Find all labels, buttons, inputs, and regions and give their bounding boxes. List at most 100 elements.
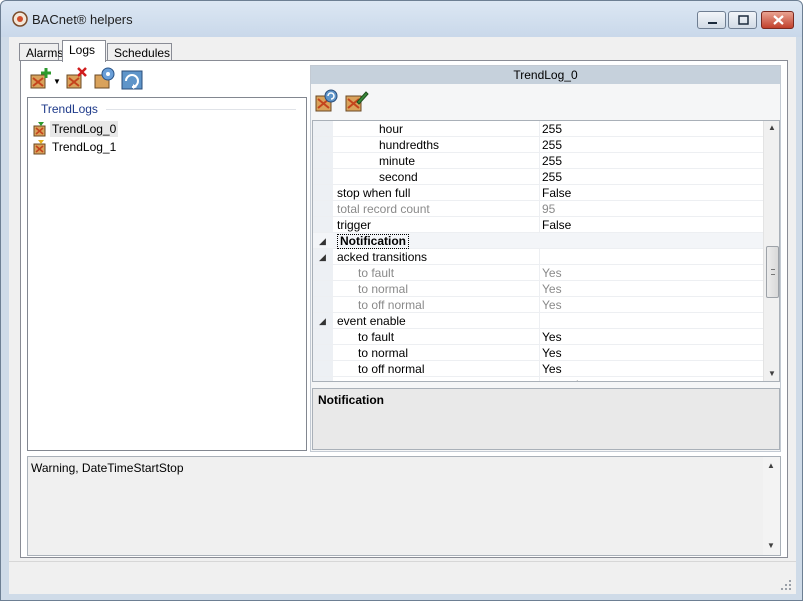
property-value[interactable]: 255 <box>542 153 562 169</box>
maximize-icon <box>738 15 749 25</box>
resize-grip-icon[interactable] <box>780 579 792 591</box>
property-name: trigger <box>337 218 372 232</box>
tree-item-trendlog-0[interactable]: TrendLog_0 <box>32 120 119 137</box>
expand-toggle-icon[interactable]: ◢ <box>319 313 331 329</box>
property-name: hour <box>379 122 404 136</box>
tree-item-trendlog-1[interactable]: TrendLog_1 <box>32 138 118 155</box>
configure-button[interactable] <box>91 66 117 92</box>
property-name: to fault <box>358 266 395 280</box>
property-name: Notification <box>337 234 409 249</box>
property-row[interactable]: to off normal Yes <box>313 361 763 377</box>
property-panel: TrendLog_0 hour 255 hundredths 255 minut… <box>310 65 781 452</box>
title-bar[interactable]: BACnet® helpers <box>1 1 802 37</box>
property-value: normal <box>542 377 579 381</box>
expand-toggle-icon[interactable]: ◢ <box>319 249 331 265</box>
property-row[interactable]: hundredths 255 <box>313 137 763 153</box>
property-value[interactable]: False <box>542 217 571 233</box>
property-value: Yes <box>542 266 562 280</box>
property-row[interactable]: second 255 <box>313 169 763 185</box>
log-text: Warning, DateTimeStartStop <box>31 461 184 475</box>
property-value[interactable]: Yes <box>542 361 562 377</box>
column-divider <box>539 345 540 361</box>
property-row[interactable]: ◢ event enable <box>313 313 763 329</box>
column-divider <box>539 281 540 297</box>
property-row[interactable]: to off normal Yes <box>313 297 763 313</box>
maximize-button[interactable] <box>728 11 757 29</box>
tree-item-label: TrendLog_1 <box>52 139 117 154</box>
logs-tab-panel: ▼ TrendLogs TrendLog_0 TrendLog_1 TrendL… <box>20 60 788 558</box>
property-grid[interactable]: hour 255 hundredths 255 minute 255 second 255st… <box>312 120 780 382</box>
property-value: 95 <box>542 202 556 216</box>
client-area: Alarms Logs Schedules ▼ TrendLogs TrendL… <box>9 37 796 561</box>
property-row[interactable]: total record count 95 <box>313 201 763 217</box>
column-divider <box>539 153 540 169</box>
property-value[interactable]: Yes <box>542 329 562 345</box>
property-name: total record count <box>337 202 430 216</box>
property-row[interactable]: to fault Yes <box>313 329 763 345</box>
log-output[interactable]: Warning, DateTimeStartStop ▲ ▼ <box>27 456 781 556</box>
tab-logs[interactable]: Logs <box>62 40 106 62</box>
property-name: to off normal <box>358 298 425 312</box>
property-name: second <box>379 170 418 184</box>
property-value[interactable]: 255 <box>542 137 562 153</box>
property-name: stop when full <box>337 186 411 200</box>
scroll-thumb[interactable] <box>766 246 779 298</box>
property-row[interactable]: trigger False <box>313 217 763 233</box>
scroll-up-icon[interactable]: ▲ <box>768 123 776 132</box>
log-scroll-up-icon[interactable]: ▲ <box>767 461 775 470</box>
minimize-button[interactable] <box>697 11 726 29</box>
write-properties-icon[interactable] <box>343 88 369 114</box>
column-divider <box>539 313 540 329</box>
status-bar <box>9 561 796 594</box>
column-divider <box>539 217 540 233</box>
scroll-down-icon[interactable]: ▼ <box>768 369 776 378</box>
property-name: to fault <box>358 330 395 344</box>
tab-schedules[interactable]: Schedules <box>107 43 172 61</box>
delete-trendlog-icon <box>66 67 87 89</box>
column-divider <box>539 201 540 217</box>
property-grid-scrollbar[interactable]: ▲ ▼ <box>763 121 779 381</box>
app-window: BACnet® helpers Alarms Logs Schedules ▼ … <box>0 0 803 601</box>
property-row[interactable]: hour 255 <box>313 121 763 137</box>
add-dropdown-arrow-icon[interactable]: ▼ <box>53 77 61 86</box>
close-button[interactable] <box>761 11 794 29</box>
expand-toggle-icon[interactable]: ◢ <box>319 233 331 249</box>
window-title: BACnet® helpers <box>32 12 133 27</box>
add-trendlog-icon <box>30 68 51 89</box>
property-row[interactable]: event state normal <box>313 377 763 381</box>
property-name: to normal <box>358 346 409 360</box>
trendlog-tree[interactable]: TrendLogs TrendLog_0 TrendLog_1 <box>27 97 307 451</box>
refresh-icon <box>121 70 143 90</box>
property-description: Notification <box>312 388 780 450</box>
property-value[interactable]: 255 <box>542 121 562 137</box>
property-category-row[interactable]: ◢ Notification <box>313 233 763 249</box>
refresh-button[interactable] <box>119 66 145 92</box>
scroll-grip-icon <box>771 269 775 275</box>
property-row[interactable]: stop when full False <box>313 185 763 201</box>
log-scrollbar[interactable]: ▲ ▼ <box>763 457 780 555</box>
column-divider <box>539 169 540 185</box>
tab-alarms[interactable]: Alarms <box>19 43 63 61</box>
property-name: minute <box>379 154 416 168</box>
description-title: Notification <box>318 393 384 407</box>
property-row[interactable]: to fault Yes <box>313 265 763 281</box>
property-row[interactable]: ◢ acked transitions <box>313 249 763 265</box>
delete-trendlog-button[interactable] <box>63 66 89 92</box>
property-value[interactable]: 255 <box>542 169 562 185</box>
column-divider <box>539 265 540 281</box>
property-name: event enable <box>337 314 406 328</box>
property-row[interactable]: minute 255 <box>313 153 763 169</box>
property-value: Yes <box>542 282 562 296</box>
property-row[interactable]: to normal Yes <box>313 281 763 297</box>
column-divider <box>539 377 540 381</box>
read-properties-icon[interactable] <box>313 88 339 114</box>
minimize-icon <box>708 22 717 24</box>
add-trendlog-button[interactable] <box>27 66 53 92</box>
property-value[interactable]: Yes <box>542 345 562 361</box>
configure-icon <box>94 67 115 89</box>
log-scroll-down-icon[interactable]: ▼ <box>767 541 775 550</box>
property-value[interactable]: False <box>542 185 571 201</box>
property-name: acked transitions <box>337 250 428 264</box>
tree-item-label: TrendLog_0 <box>50 120 119 137</box>
property-row[interactable]: to normal Yes <box>313 345 763 361</box>
